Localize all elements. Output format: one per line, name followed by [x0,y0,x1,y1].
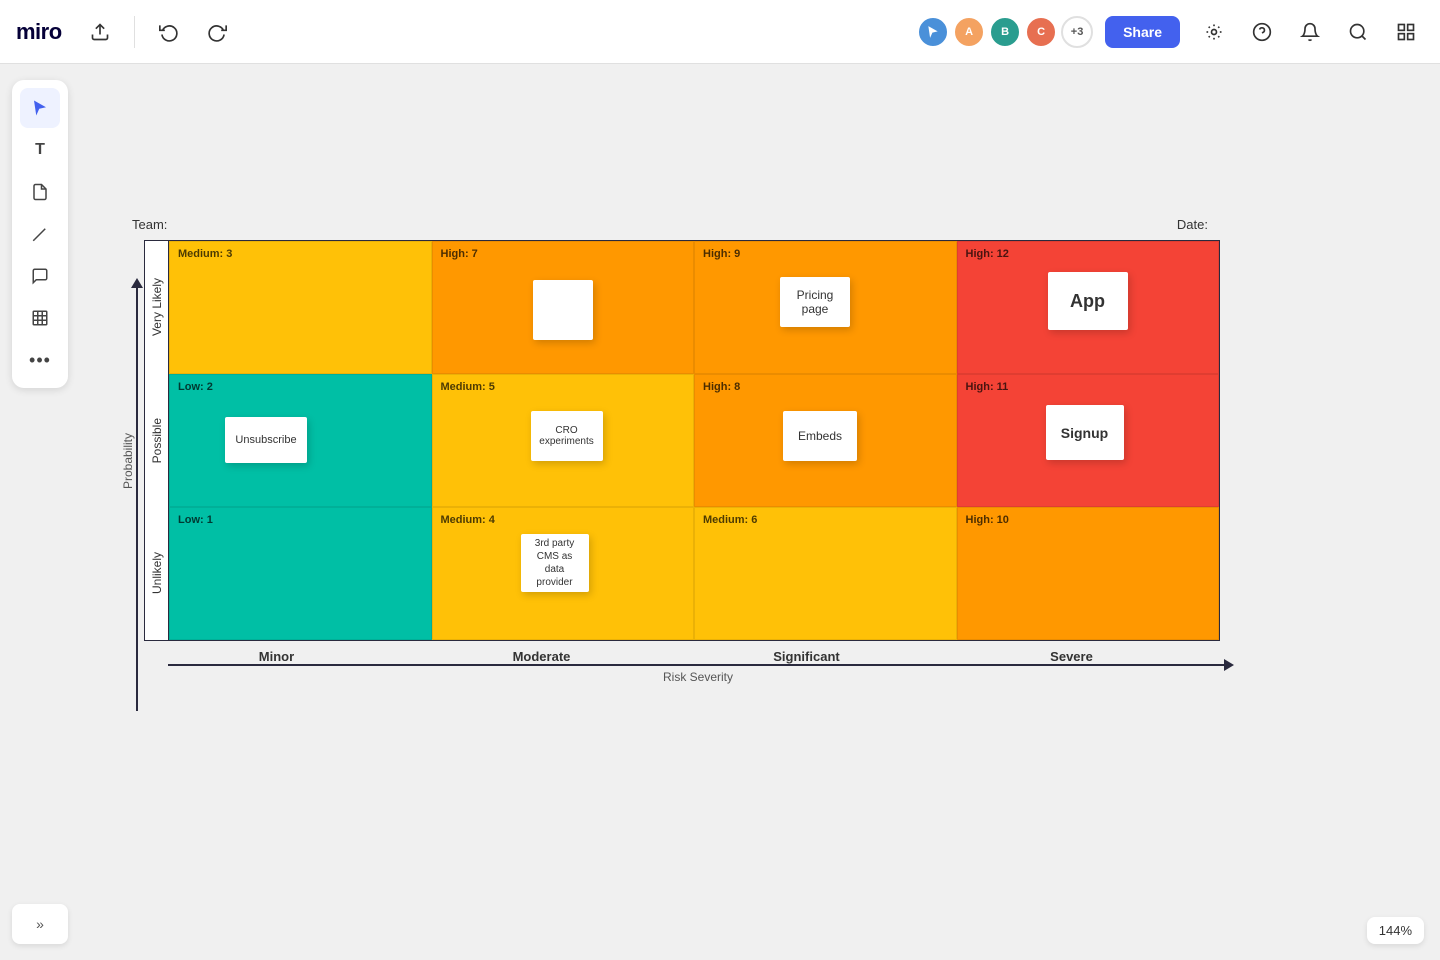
avatars-group: A B C +3 [917,16,1093,48]
col-label-severe: Severe [939,641,1204,664]
notifications-button[interactable] [1292,14,1328,50]
upload-button[interactable] [82,14,118,50]
avatar-user-2: B [989,16,1021,48]
sticky-unsubscribe-text: Unsubscribe [235,434,296,446]
sticky-pricing-page[interactable]: Pricing page [780,277,850,327]
more-tools[interactable]: ••• [20,340,60,380]
redo-button[interactable] [199,14,235,50]
cell-label-0-0: Medium: 3 [178,248,423,260]
frame-tool[interactable] [20,298,60,338]
avatar-user-1: A [953,16,985,48]
cell-1-0: Low: 2 Unsubscribe [169,374,432,507]
topbar: miro A B C +3 Share [0,0,1440,64]
board-list-button[interactable] [1388,14,1424,50]
cell-2-2: Medium: 6 [694,507,957,640]
sticky-unsubscribe[interactable]: Unsubscribe [225,417,307,463]
cell-label-2-3: High: 10 [966,514,1211,526]
sticky-signup[interactable]: Signup [1046,405,1124,460]
cell-label-2-1: Medium: 4 [441,514,686,526]
row-label-unlikely: Unlikely [145,548,169,598]
sticky-cro-text: CRO experiments [539,425,593,447]
row-very-likely: Very Likely Medium: 3 High: 7 High: 9 Pr… [145,241,1219,374]
risk-matrix: Team: Date: Very Likely Medium: 3 High: … [120,209,1220,684]
sticky-embeds[interactable]: Embeds [783,411,857,461]
cell-1-1: Medium: 5 CRO experiments [432,374,695,507]
expand-button[interactable]: » [12,904,68,944]
col-label-significant: Significant [674,641,939,664]
cell-label-1-3: High: 11 [966,381,1211,393]
cell-label-1-1: Medium: 5 [441,381,686,393]
y-axis-arrow [131,278,143,288]
divider [134,16,135,48]
row-label-possible: Possible [145,414,169,467]
share-button[interactable]: Share [1105,16,1180,48]
col-label-moderate: Moderate [409,641,674,664]
undo-button[interactable] [151,14,187,50]
row-label-very-likely: Very Likely [145,274,169,340]
cell-0-3: High: 12 App [957,241,1220,374]
y-axis-line [136,284,138,711]
avatar-cursor [917,16,949,48]
cell-0-2: High: 9 Pricing page [694,241,957,374]
matrix-header: Team: Date: [120,209,1220,240]
row-possible: Possible Low: 2 Unsubscribe Medium: 5 CR… [145,374,1219,507]
avatar-user-3: C [1025,16,1057,48]
x-axis-labels: Minor Moderate Significant Severe [144,641,1220,664]
cell-label-1-0: Low: 2 [178,381,423,393]
sticky-cms-text: 3rd party CMS as data provider [531,537,579,589]
sticky-note-tool[interactable] [20,172,60,212]
zoom-badge: 144% [1367,917,1424,944]
y-axis-title: Probability [121,433,135,489]
expand-icon: » [36,916,44,932]
canvas: Team: Date: Very Likely Medium: 3 High: … [0,64,1440,960]
cell-1-2: High: 8 Embeds [694,374,957,507]
sticky-app[interactable]: App [1048,272,1128,330]
sticky-embeds-text: Embeds [798,429,842,443]
sticky-blank[interactable] [533,280,593,340]
cell-label-0-2: High: 9 [703,248,948,260]
row-unlikely: Unlikely Low: 1 Medium: 4 3rd party CMS … [145,507,1219,640]
col-label-minor: Minor [144,641,409,664]
cell-1-3: High: 11 Signup [957,374,1220,507]
sticky-app-text: App [1070,291,1105,312]
cell-2-0: Low: 1 [169,507,432,640]
text-tool[interactable]: T [20,130,60,170]
cell-label-2-2: Medium: 6 [703,514,948,526]
settings-button[interactable] [1196,14,1232,50]
x-axis-arrow [1224,659,1234,671]
cell-label-0-1: High: 7 [441,248,686,260]
comment-tool[interactable] [20,256,60,296]
sticky-pricing-page-text: Pricing page [790,288,840,316]
help-button[interactable] [1244,14,1280,50]
date-label: Date: [1177,217,1208,232]
cell-0-0: Medium: 3 [169,241,432,374]
cell-label-0-3: High: 12 [966,248,1211,260]
cell-2-3: High: 10 [957,507,1220,640]
x-axis-line-wrapper: Risk Severity [168,664,1220,684]
cell-2-1: Medium: 4 3rd party CMS as data provider [432,507,695,640]
search-button[interactable] [1340,14,1376,50]
logo: miro [16,19,62,45]
cell-0-1: High: 7 [432,241,695,374]
sticky-signup-text: Signup [1061,425,1108,441]
left-toolbar: T ••• [12,80,68,388]
x-axis-title: Risk Severity [168,670,1228,684]
sticky-cro[interactable]: CRO experiments [531,411,603,461]
sticky-cms[interactable]: 3rd party CMS as data provider [521,534,589,592]
avatar-plus: +3 [1061,16,1093,48]
cell-label-2-0: Low: 1 [178,514,423,526]
pen-tool[interactable] [20,214,60,254]
team-label: Team: [132,217,167,232]
cell-label-1-2: High: 8 [703,381,948,393]
select-tool[interactable] [20,88,60,128]
